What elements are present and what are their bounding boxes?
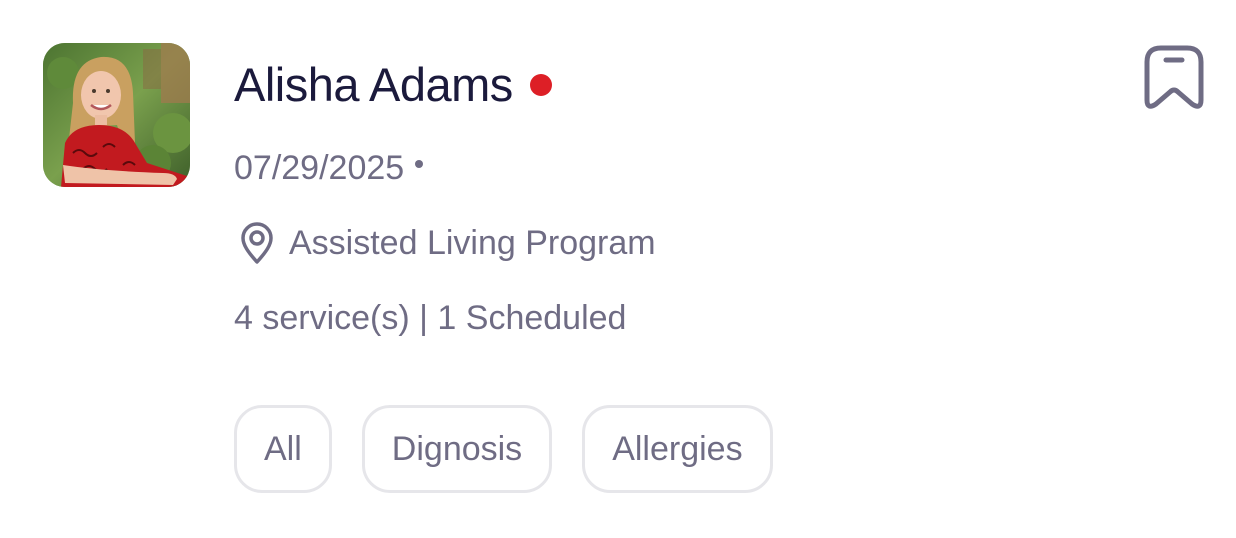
- bookmark-button[interactable]: [1142, 44, 1206, 114]
- tab-allergies[interactable]: Allergies: [582, 405, 773, 493]
- patient-name[interactable]: Alisha Adams: [234, 57, 513, 112]
- tab-all[interactable]: All: [234, 405, 332, 493]
- avatar-photo: [43, 43, 190, 187]
- name-row: Alisha Adams: [234, 54, 552, 114]
- visit-date: 07/29/2025: [234, 148, 405, 187]
- avatar[interactable]: [43, 43, 190, 187]
- status-indicator: [529, 74, 552, 96]
- filter-tabs: All Dignosis Allergies: [234, 405, 773, 493]
- services-summary: 4 service(s) | 1 Scheduled: [234, 298, 627, 337]
- program-name: Assisted Living Program: [289, 223, 656, 262]
- map-pin-icon: [238, 221, 276, 265]
- separator-dot: [415, 160, 424, 168]
- bookmark-icon: [1144, 45, 1204, 109]
- date-row: 07/29/2025: [234, 146, 424, 190]
- location-row: Assisted Living Program: [238, 220, 656, 266]
- tab-diagnosis[interactable]: Dignosis: [361, 405, 553, 493]
- patient-card: Alisha Adams 07/29/2025 Assisted Living …: [0, 0, 1236, 538]
